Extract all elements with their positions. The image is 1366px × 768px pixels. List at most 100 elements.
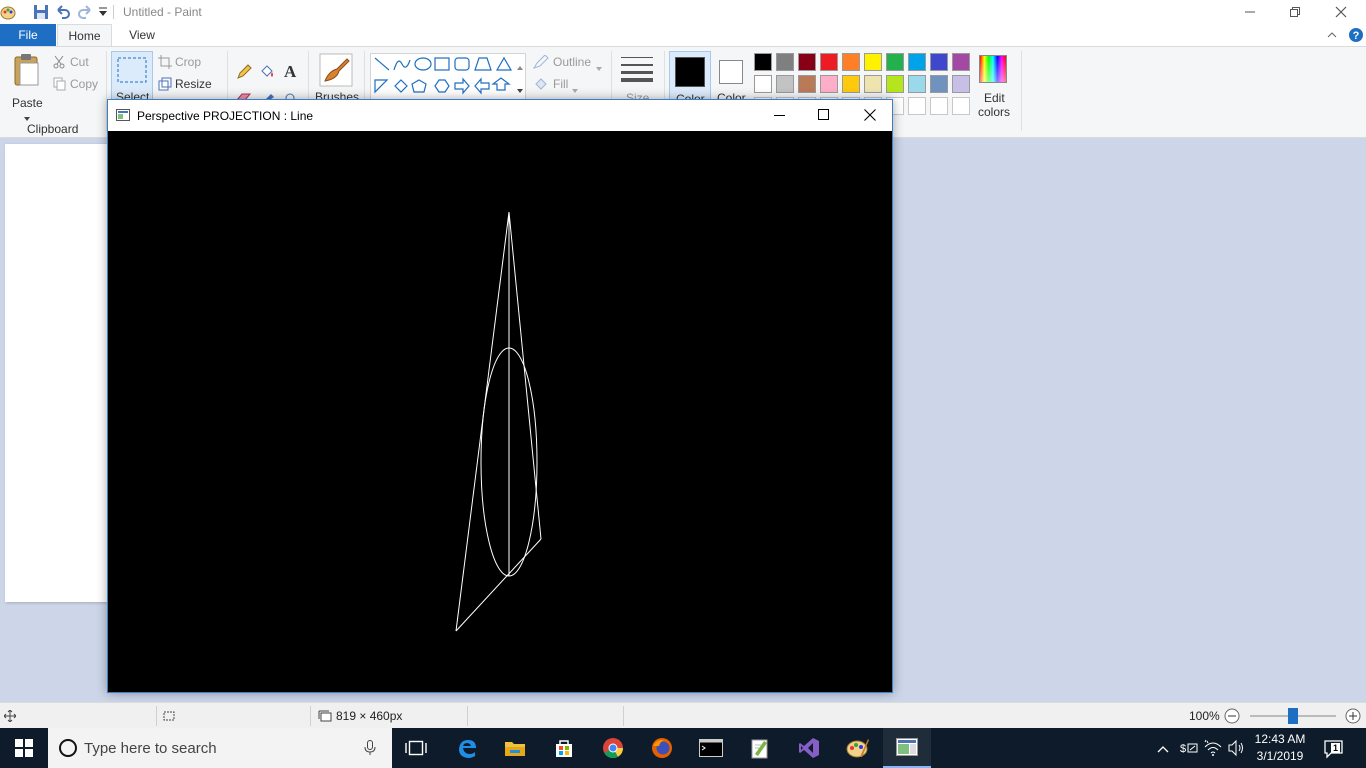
redo-icon[interactable]: [77, 4, 93, 23]
brush-icon: [319, 53, 353, 87]
palette-swatch[interactable]: [754, 75, 772, 93]
zoom-in-button[interactable]: [1345, 708, 1361, 727]
opengl-window-titlebar[interactable]: Perspective PROJECTION : Line: [108, 100, 892, 131]
palette-swatch[interactable]: [776, 53, 794, 71]
taskbar-search-box[interactable]: Type here to search: [48, 728, 392, 768]
pencil-icon[interactable]: [236, 64, 252, 83]
palette-swatch[interactable]: [842, 75, 860, 93]
svg-text:?: ?: [1353, 30, 1360, 42]
palette-swatch[interactable]: [930, 53, 948, 71]
opengl-window-taskbar-button[interactable]: [883, 728, 931, 768]
edit-colors-label-line2: colors: [978, 105, 1011, 119]
shapes-gallery[interactable]: [370, 53, 526, 101]
palette-swatch[interactable]: [754, 53, 772, 71]
help-icon[interactable]: ?: [1348, 27, 1364, 46]
zoom-slider-thumb[interactable]: [1288, 708, 1298, 724]
paint-app-icon[interactable]: [0, 4, 16, 23]
size-button[interactable]: Size: [617, 53, 657, 105]
file-explorer-button[interactable]: [491, 728, 539, 768]
palette-swatch[interactable]: [886, 53, 904, 71]
crop-label: Crop: [175, 55, 202, 69]
close-button[interactable]: [1318, 0, 1364, 24]
palette-swatch[interactable]: [776, 75, 794, 93]
microphone-icon[interactable]: [364, 740, 376, 759]
fill-bucket-icon[interactable]: [259, 64, 275, 83]
zoom-slider-track[interactable]: [1250, 708, 1336, 724]
store-button[interactable]: [540, 728, 588, 768]
resize-button[interactable]: Resize: [158, 77, 218, 93]
outline-dropdown-icon[interactable]: [596, 60, 602, 74]
task-view-button[interactable]: [392, 728, 440, 768]
perspective-cone-drawing: [455, 211, 542, 632]
notepad-plus-plus-button[interactable]: [736, 728, 784, 768]
minimize-icon: [1245, 11, 1255, 13]
opengl-window-title: Perspective PROJECTION : Line: [137, 109, 314, 123]
language-input-button[interactable]: $: [1180, 740, 1198, 759]
tab-view[interactable]: View: [116, 24, 168, 46]
fill-button[interactable]: Fill: [533, 77, 605, 93]
palette-swatch[interactable]: [820, 75, 838, 93]
palette-swatch[interactable]: [908, 75, 926, 93]
chrome-button[interactable]: [589, 728, 637, 768]
palette-swatch[interactable]: [798, 53, 816, 71]
palette-swatch[interactable]: [798, 75, 816, 93]
scissors-icon: [53, 55, 65, 69]
paste-button[interactable]: Paste: [8, 53, 48, 121]
text-tool-icon[interactable]: A: [284, 62, 296, 82]
select-button[interactable]: Select: [111, 51, 153, 104]
palette-swatch[interactable]: [820, 53, 838, 71]
palette-swatch[interactable]: [908, 53, 926, 71]
opengl-close-button[interactable]: [864, 109, 876, 124]
copy-button[interactable]: Copy: [53, 77, 103, 93]
paint-taskbar-button[interactable]: [834, 728, 882, 768]
visual-studio-button[interactable]: [785, 728, 833, 768]
canvas-size-icon: [318, 710, 332, 725]
opengl-minimize-button[interactable]: [774, 110, 785, 124]
wifi-icon: [1204, 739, 1222, 756]
palette-swatch[interactable]: [930, 75, 948, 93]
tab-file[interactable]: File: [0, 24, 56, 46]
taskbar-clock[interactable]: 12:43 AM 3/1/2019: [1252, 731, 1308, 765]
edit-colors-button[interactable]: Edit colors: [975, 53, 1013, 119]
palette-swatch[interactable]: [952, 75, 970, 93]
firefox-button[interactable]: [638, 728, 686, 768]
notification-count-badge: 1: [1331, 743, 1340, 753]
tab-home[interactable]: Home: [57, 24, 112, 46]
cut-button[interactable]: Cut: [53, 55, 103, 71]
zoom-out-button[interactable]: [1224, 708, 1240, 727]
volume-button[interactable]: [1228, 739, 1246, 760]
palette-swatch[interactable]: [842, 53, 860, 71]
fill-dropdown-icon[interactable]: [572, 82, 578, 96]
palette-swatch[interactable]: [864, 75, 882, 93]
speaker-icon: [1228, 739, 1243, 757]
minimize-button[interactable]: [1227, 0, 1273, 24]
palette-swatch[interactable]: [886, 75, 904, 93]
show-hidden-icons-button[interactable]: [1157, 742, 1169, 756]
selection-size-icon: [162, 710, 176, 725]
paint-canvas[interactable]: [5, 144, 107, 602]
customize-quick-access-icon[interactable]: [98, 6, 108, 21]
brushes-button[interactable]: Brushes: [313, 53, 359, 105]
network-button[interactable]: [1204, 739, 1222, 760]
command-prompt-button[interactable]: [687, 728, 735, 768]
crop-button[interactable]: Crop: [158, 55, 218, 71]
palette-swatch[interactable]: [952, 53, 970, 71]
edge-button[interactable]: [443, 728, 491, 768]
opengl-maximize-button[interactable]: [818, 109, 829, 123]
fill-label: Fill: [553, 77, 569, 91]
shapes-expand-icon[interactable]: [517, 82, 523, 96]
collapse-ribbon-icon[interactable]: [1326, 29, 1338, 43]
palette-custom-slot[interactable]: [930, 97, 948, 115]
undo-icon[interactable]: [55, 4, 71, 23]
outline-button[interactable]: Outline: [533, 55, 605, 71]
palette-custom-slot[interactable]: [908, 97, 926, 115]
palette-swatch[interactable]: [864, 53, 882, 71]
statusbar: 819 × 460px 100%: [0, 702, 1366, 728]
opengl-render-area[interactable]: [108, 131, 892, 692]
opengl-window[interactable]: Perspective PROJECTION : Line: [107, 99, 893, 693]
save-icon[interactable]: [33, 4, 49, 23]
palette-custom-slot[interactable]: [952, 97, 970, 115]
restore-button[interactable]: [1272, 0, 1318, 24]
shapes-scroll-up-icon[interactable]: [517, 59, 523, 73]
start-button[interactable]: [0, 728, 48, 768]
